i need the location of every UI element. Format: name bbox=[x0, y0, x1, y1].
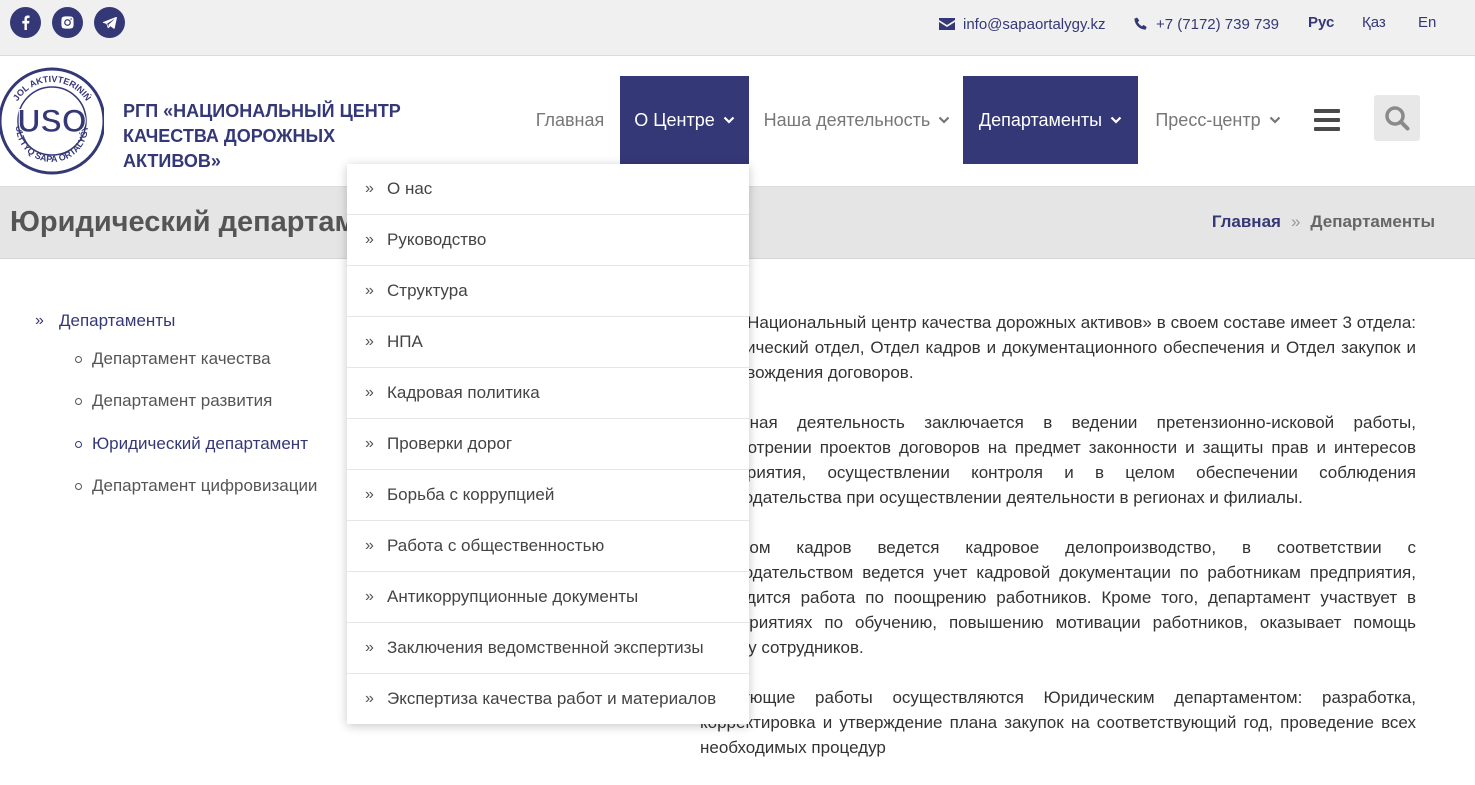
double-chevron-icon: » bbox=[365, 282, 374, 299]
envelope-icon bbox=[939, 18, 955, 30]
chevron-down-icon bbox=[1269, 116, 1280, 124]
chevron-down-icon bbox=[723, 116, 735, 124]
double-chevron-icon: » bbox=[365, 486, 374, 503]
chevron-down-icon bbox=[1110, 116, 1122, 124]
instagram-icon[interactable] bbox=[52, 7, 83, 38]
chevron-down-icon bbox=[939, 116, 950, 124]
sidebar-heading[interactable]: » Департаменты bbox=[35, 311, 175, 331]
dropdown-item-label: Борьба с коррупцией bbox=[387, 485, 555, 504]
bullet-icon bbox=[75, 440, 82, 448]
dropdown-item-expert-conclusions[interactable]: » Заключения ведомственной экспертизы bbox=[347, 623, 749, 674]
dropdown-item-label: О нас bbox=[387, 179, 433, 198]
nav-press[interactable]: Пресс-центр bbox=[1141, 76, 1295, 164]
dropdown-item-label: Кадровая политика bbox=[387, 383, 540, 402]
sidebar-item-digital[interactable]: Департамент цифровизации bbox=[75, 476, 317, 496]
sidebar-item-label: Департамент цифровизации bbox=[92, 476, 318, 495]
page-title: Юридический департамент bbox=[10, 206, 404, 238]
dropdown-item-anti-corruption-docs[interactable]: » Антикоррупционные документы bbox=[347, 572, 749, 623]
lang-kz[interactable]: Қаз bbox=[1362, 14, 1386, 31]
nav-label: Департаменты bbox=[978, 109, 1103, 130]
facebook-icon[interactable] bbox=[10, 7, 41, 38]
double-chevron-icon: » bbox=[365, 384, 374, 401]
sidebar-item-label: Департамент развития bbox=[92, 391, 273, 410]
double-chevron-icon: » bbox=[365, 690, 374, 707]
dropdown-item-label: Работа с общественностью bbox=[387, 536, 605, 555]
dropdown-item-public-relations[interactable]: » Работа с общественностью bbox=[347, 521, 749, 572]
breadcrumb: Главная » Департаменты bbox=[1212, 212, 1435, 232]
search-icon bbox=[1385, 106, 1410, 131]
lang-ru[interactable]: Рус bbox=[1308, 14, 1334, 31]
content-paragraph: Отделом кадров ведется кадровое делопрои… bbox=[700, 538, 1416, 657]
logo[interactable]: JOL AKTIVTERINIŃ ULTTYQ SAPA ORTALYǴY US… bbox=[0, 66, 104, 176]
dropdown-item-road-inspections[interactable]: » Проверки дорог bbox=[347, 419, 749, 470]
sidebar-heading-label: Департаменты bbox=[59, 311, 176, 330]
double-chevron-icon: » bbox=[365, 639, 374, 656]
dropdown-item-anti-corruption[interactable]: » Борьба с коррупцией bbox=[347, 470, 749, 521]
dropdown-item-structure[interactable]: » Структура bbox=[347, 266, 749, 317]
bullet-icon bbox=[75, 355, 82, 363]
phone-text: +7 (7172) 739 739 bbox=[1156, 15, 1280, 33]
dropdown-item-label: Антикоррупционные документы bbox=[387, 587, 639, 606]
nav-activity[interactable]: Наша деятельность bbox=[752, 76, 962, 164]
dropdown-item-hr-policy[interactable]: » Кадровая политика bbox=[347, 368, 749, 419]
dropdown-item-label: Заключения ведомственной экспертизы bbox=[387, 638, 704, 657]
brand-name[interactable]: РГП «НАЦИОНАЛЬНЫЙ ЦЕНТР КАЧЕСТВА ДОРОЖНЫ… bbox=[123, 99, 413, 174]
double-chevron-icon: » bbox=[365, 333, 374, 350]
dropdown-item-npa[interactable]: » НПА bbox=[347, 317, 749, 368]
email-text: info@sapaortalygy.kz bbox=[963, 15, 1106, 33]
nav-label: Пресс-центр bbox=[1155, 109, 1261, 130]
phone-icon bbox=[1134, 17, 1147, 30]
dropdown-item-leadership[interactable]: » Руководство bbox=[347, 215, 749, 266]
double-chevron-icon: » bbox=[365, 588, 374, 605]
breadcrumb-home[interactable]: Главная bbox=[1212, 212, 1281, 232]
breadcrumb-separator: » bbox=[1290, 212, 1301, 231]
telegram-icon[interactable] bbox=[94, 7, 125, 38]
dropdown-item-label: НПА bbox=[387, 332, 423, 351]
double-chevron-icon: » bbox=[365, 537, 374, 554]
nav-departments[interactable]: Департаменты bbox=[963, 76, 1138, 164]
sidebar-item-label: Департамент качества bbox=[92, 349, 271, 368]
content-paragraph: Следующие работы осуществляются Юридичес… bbox=[700, 688, 1416, 757]
brand-line: РГП «НАЦИОНАЛЬНЫЙ ЦЕНТР bbox=[123, 101, 401, 121]
bullet-icon bbox=[75, 482, 82, 490]
dropdown-item-about[interactable]: » О нас bbox=[347, 164, 749, 215]
dropdown-item-quality-expertise[interactable]: » Экспертиза качества работ и материалов bbox=[347, 674, 749, 724]
dropdown-item-label: Экспертиза качества работ и материалов bbox=[387, 689, 717, 708]
brand-line: КАЧЕСТВА ДОРОЖНЫХ bbox=[123, 126, 336, 146]
nav-label: О Центре bbox=[634, 109, 715, 130]
sidebar-item-legal[interactable]: Юридический департамент bbox=[75, 434, 308, 454]
double-chevron-icon: » bbox=[365, 231, 374, 248]
search-button[interactable] bbox=[1374, 95, 1420, 141]
dropdown-item-label: Структура bbox=[387, 281, 468, 300]
sidebar-item-development[interactable]: Департамент развития bbox=[75, 391, 272, 411]
double-chevron-icon: » bbox=[365, 180, 374, 197]
email-link[interactable]: info@sapaortalygy.kz bbox=[939, 14, 1106, 34]
double-chevron-icon: » bbox=[365, 435, 374, 452]
nav-about[interactable]: О Центре bbox=[620, 76, 749, 164]
breadcrumb-current[interactable]: Департаменты bbox=[1310, 212, 1435, 232]
nav-home[interactable]: Главная bbox=[520, 76, 620, 164]
content-paragraph: РГП «Национальный центр качества дорожны… bbox=[700, 313, 1416, 382]
lang-en[interactable]: En bbox=[1418, 14, 1436, 31]
dropdown-item-label: Руководство bbox=[387, 230, 487, 249]
menu-icon[interactable] bbox=[1314, 109, 1340, 131]
nav-label: Главная bbox=[535, 109, 605, 130]
nav-label: Наша деятельность bbox=[763, 109, 931, 130]
svg-text:USO: USO bbox=[17, 103, 86, 139]
top-bar: info@sapaortalygy.kz +7 (7172) 739 739 Р… bbox=[0, 0, 1475, 56]
sidebar-item-label: Юридический департамент bbox=[92, 434, 308, 453]
content-paragraph: Основная деятельность заключается в веде… bbox=[700, 413, 1416, 507]
about-dropdown-menu: » О нас » Руководство » Структура » НПА » Кад… bbox=[347, 164, 749, 724]
bullet-icon bbox=[75, 397, 82, 405]
phone-link[interactable]: +7 (7172) 739 739 bbox=[1134, 14, 1279, 34]
double-chevron-icon: » bbox=[35, 312, 44, 329]
sidebar-item-quality[interactable]: Департамент качества bbox=[75, 349, 271, 369]
dropdown-item-label: Проверки дорог bbox=[387, 434, 513, 453]
